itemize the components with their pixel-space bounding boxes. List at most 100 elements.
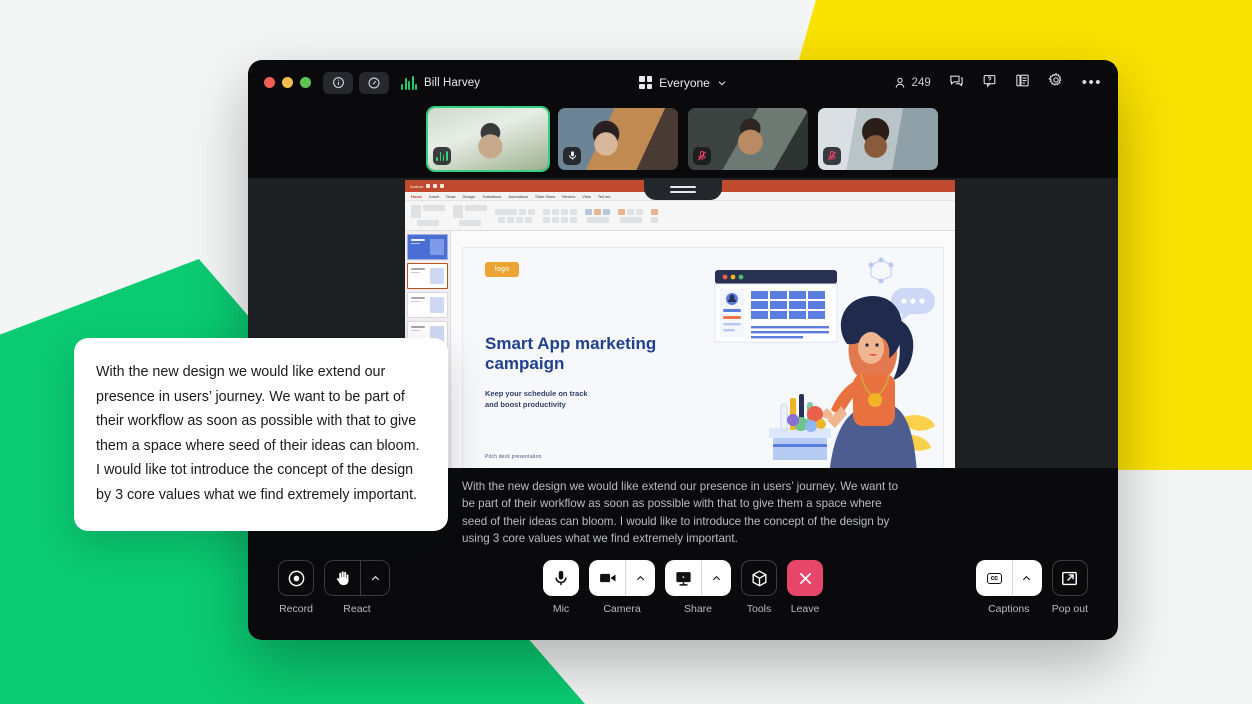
screen-share-icon bbox=[676, 571, 691, 586]
record-control: Record bbox=[278, 560, 314, 615]
camera-label: Camera bbox=[603, 603, 641, 615]
more-options-button[interactable]: ••• bbox=[1082, 75, 1102, 90]
slide-thumbnail-2[interactable] bbox=[407, 263, 448, 289]
captions-main[interactable]: cc bbox=[975, 560, 1012, 596]
audio-bars-icon bbox=[436, 150, 448, 161]
ribbon-tab-tell-me[interactable]: Tell me bbox=[598, 194, 611, 199]
meeting-controls: Record React Mic Camera Share Tools Leav… bbox=[248, 554, 1118, 640]
record-button[interactable] bbox=[278, 560, 314, 596]
person-icon bbox=[895, 77, 904, 88]
ribbon-tab-review[interactable]: Review bbox=[562, 194, 575, 199]
network-quality-button[interactable] bbox=[359, 71, 389, 94]
notes-button[interactable] bbox=[1015, 73, 1030, 93]
mic-status bbox=[823, 146, 841, 165]
camera-control: Camera bbox=[589, 560, 655, 615]
ribbon-tab-slide-show[interactable]: Slide Show bbox=[535, 194, 555, 199]
leave-button[interactable] bbox=[787, 560, 823, 596]
participant-tile-1[interactable] bbox=[428, 107, 548, 170]
react-chevron[interactable] bbox=[360, 560, 390, 596]
chevron-up-icon bbox=[1023, 575, 1031, 580]
captions-button[interactable]: cc bbox=[975, 560, 1042, 596]
camera-icon bbox=[599, 573, 615, 583]
ribbon-group-insert[interactable] bbox=[585, 208, 610, 223]
gauge-icon bbox=[368, 77, 380, 88]
popout-button[interactable] bbox=[1051, 560, 1088, 596]
record-icon bbox=[288, 570, 304, 586]
ribbon-tab-view[interactable]: View bbox=[582, 194, 591, 199]
share-chevron[interactable] bbox=[701, 560, 731, 596]
ribbon-group-clipboard[interactable] bbox=[411, 205, 445, 226]
ribbon-group-design[interactable] bbox=[651, 208, 658, 223]
slide-thumbnail-3[interactable] bbox=[407, 292, 448, 318]
notes-icon bbox=[1016, 74, 1029, 86]
react-button[interactable] bbox=[324, 560, 390, 596]
chat-button[interactable] bbox=[949, 73, 964, 93]
camera-button[interactable] bbox=[589, 560, 655, 596]
shared-presentation-window[interactable]: Andrea Home Insert Draw Design Transitio… bbox=[405, 180, 955, 468]
share-button[interactable] bbox=[665, 560, 731, 596]
leave-control: Leave bbox=[787, 560, 823, 615]
react-control: React bbox=[324, 560, 390, 615]
slide-footer: Pitch deck presentation bbox=[485, 453, 542, 460]
camera-chevron[interactable] bbox=[625, 560, 655, 596]
camera-main[interactable] bbox=[589, 560, 625, 596]
tools-button[interactable] bbox=[741, 560, 777, 596]
slide-subtitle: Keep your schedule on track and boost pr… bbox=[485, 388, 588, 409]
slide-canvas[interactable]: logo Smart App marketing campaign Keep y… bbox=[451, 231, 955, 468]
view-selector[interactable]: Everyone bbox=[639, 76, 727, 90]
slide-thumbnail-1[interactable] bbox=[407, 234, 448, 260]
ribbon-tab-design[interactable]: Design bbox=[462, 194, 474, 199]
participant-tile-3[interactable] bbox=[688, 107, 808, 170]
mic-status bbox=[563, 146, 581, 165]
popout-label: Pop out bbox=[1051, 603, 1088, 615]
cc-icon: cc bbox=[986, 572, 1002, 584]
ribbon-group-font[interactable] bbox=[495, 208, 535, 223]
chevron-up-icon bbox=[712, 575, 720, 580]
qa-icon bbox=[983, 74, 996, 87]
minimize-window-button[interactable] bbox=[282, 77, 293, 88]
ribbon-tab-animations[interactable]: Animations bbox=[508, 194, 528, 199]
mic-icon bbox=[555, 570, 567, 586]
current-slide[interactable]: logo Smart App marketing campaign Keep y… bbox=[463, 247, 943, 468]
presentation-file-name: Andrea bbox=[410, 183, 423, 189]
ribbon-group-arrange[interactable] bbox=[618, 208, 643, 223]
participants-button[interactable]: 249 bbox=[893, 76, 931, 90]
drag-handle[interactable] bbox=[644, 178, 722, 200]
ribbon-tab-transitions[interactable]: Transitions bbox=[482, 194, 501, 199]
popout-control: Pop out bbox=[1052, 560, 1088, 615]
tools-control: Tools bbox=[741, 560, 777, 615]
settings-button[interactable] bbox=[1047, 72, 1064, 93]
ribbon-tab-draw[interactable]: Draw bbox=[446, 194, 455, 199]
qa-button[interactable] bbox=[982, 73, 997, 93]
undo-icon bbox=[432, 184, 437, 188]
leave-label: Leave bbox=[790, 603, 820, 615]
captions-label: Captions bbox=[988, 603, 1030, 615]
participant-tile-4[interactable] bbox=[818, 107, 938, 170]
ribbon-tab-home[interactable]: Home bbox=[411, 194, 422, 199]
mic-muted-icon bbox=[697, 150, 707, 161]
mic-button[interactable] bbox=[543, 560, 579, 596]
captions-chevron[interactable] bbox=[1011, 560, 1042, 596]
titlebar-actions: 249 ••• bbox=[893, 72, 1102, 93]
share-main[interactable] bbox=[665, 560, 701, 596]
maximize-window-button[interactable] bbox=[300, 77, 311, 88]
ribbon-group-slides[interactable] bbox=[453, 205, 487, 226]
captions-control: cc Captions bbox=[975, 560, 1042, 615]
chevron-up-icon bbox=[636, 575, 644, 580]
participant-tile-2[interactable] bbox=[558, 107, 678, 170]
window-traffic-lights bbox=[264, 77, 311, 88]
info-button[interactable] bbox=[323, 71, 353, 94]
info-icon bbox=[332, 77, 344, 88]
close-window-button[interactable] bbox=[264, 77, 275, 88]
mic-icon bbox=[568, 151, 576, 160]
slide-illustration bbox=[714, 257, 935, 468]
ribbon-group-paragraph[interactable] bbox=[543, 208, 577, 223]
mic-muted-icon bbox=[827, 150, 837, 161]
ribbon-tab-insert[interactable]: Insert bbox=[429, 194, 439, 199]
participants-strip bbox=[248, 105, 1118, 178]
controls-left: Record React bbox=[278, 560, 390, 615]
chevron-up-icon bbox=[371, 575, 379, 580]
ribbon-toolbar[interactable] bbox=[405, 201, 955, 231]
view-selector-label: Everyone bbox=[659, 75, 710, 90]
react-main[interactable] bbox=[324, 560, 360, 596]
